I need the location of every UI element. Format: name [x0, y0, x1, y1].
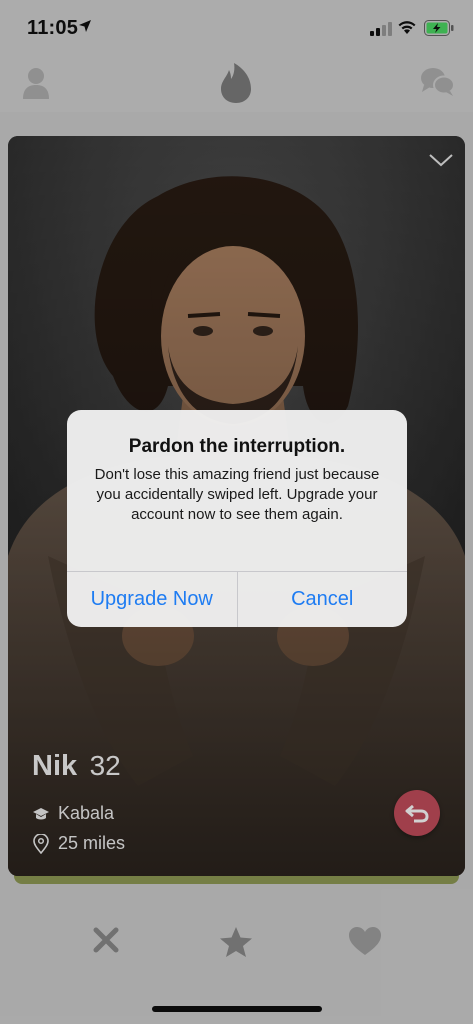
cancel-button[interactable]: Cancel [236, 572, 408, 627]
alert-message: Don't lose this amazing friend just beca… [94, 466, 380, 523]
alert-button-row: Upgrade Now Cancel [67, 571, 407, 627]
alert-title: Pardon the interruption. [128, 436, 346, 457]
home-indicator[interactable] [152, 1006, 322, 1012]
upgrade-alert: Pardon the interruption. Don't lose this… [67, 410, 407, 627]
upgrade-now-button[interactable]: Upgrade Now [67, 572, 237, 627]
